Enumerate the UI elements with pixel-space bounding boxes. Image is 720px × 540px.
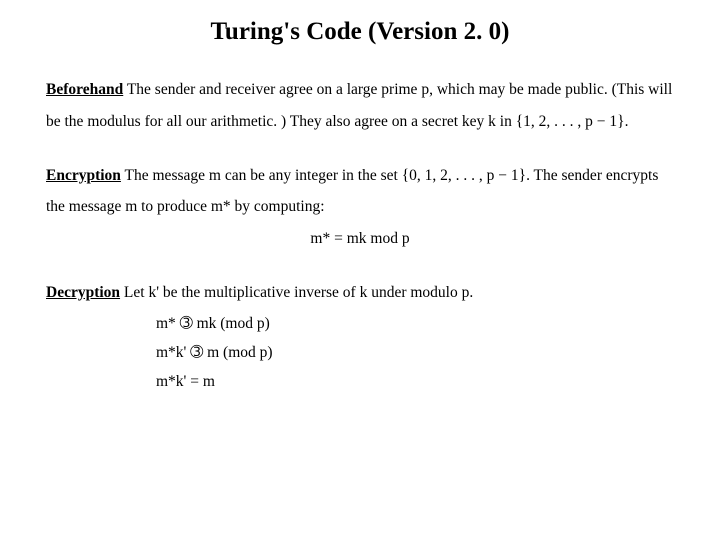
- text-encryption: The message m can be any integer in the …: [46, 167, 658, 216]
- slide-body: Beforehand The sender and receiver agree…: [46, 74, 674, 397]
- slide-title: Turing's Code (Version 2. 0): [46, 18, 674, 46]
- decryption-line-1: m* ➂ mk (mod p): [156, 309, 674, 338]
- slide: Turing's Code (Version 2. 0) Beforehand …: [0, 0, 720, 540]
- decryption-line-2: m*k' ➂ m (mod p): [156, 338, 674, 367]
- text-beforehand: The sender and receiver agree on a large…: [46, 81, 672, 130]
- decryption-lines: m* ➂ mk (mod p) m*k' ➂ m (mod p) m*k' = …: [156, 309, 674, 397]
- section-beforehand: Beforehand The sender and receiver agree…: [46, 74, 674, 138]
- encryption-equation: m* = mk mod p: [46, 223, 674, 255]
- label-beforehand: Beforehand: [46, 81, 123, 98]
- section-decryption: Decryption Let k' be the multiplicative …: [46, 277, 674, 397]
- text-decryption: Let k' be the multiplicative inverse of …: [120, 284, 473, 301]
- congruent-icon: ➂: [190, 344, 203, 361]
- label-decryption: Decryption: [46, 284, 120, 301]
- congruent-icon: ➂: [180, 315, 193, 332]
- section-encryption: Encryption The message m can be any inte…: [46, 160, 674, 255]
- label-encryption: Encryption: [46, 167, 121, 184]
- decryption-line-3: m*k' = m: [156, 367, 674, 396]
